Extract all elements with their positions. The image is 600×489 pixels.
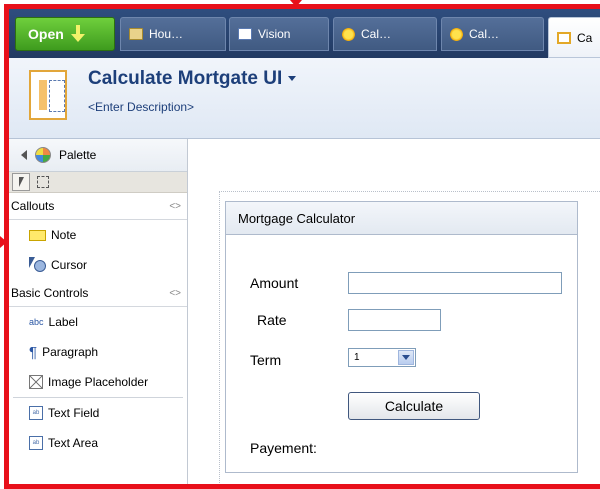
image-placeholder-icon [29,375,43,389]
tab-calc-1[interactable]: Cal… [333,17,437,51]
calculate-button[interactable]: Calculate [348,392,480,420]
download-arrow-icon [70,25,86,43]
palette-item-paragraph[interactable]: ¶ Paragraph [9,337,187,367]
layout-icon [557,31,571,44]
palette-item-label: Paragraph [42,345,99,359]
palette-item-cursor[interactable]: Cursor [9,250,187,280]
palette-title: Palette [59,148,97,162]
palette-item-label: Image Placeholder [48,375,149,389]
tab-label: Vision [258,27,291,41]
tab-label: Hou… [149,27,184,41]
section-title: Callouts [11,199,55,213]
label-icon: abc [29,317,44,327]
sun-icon [450,27,463,41]
cursor-icon [29,257,46,273]
open-button-label: Open [28,26,64,42]
rate-label: Rate [257,312,287,328]
amount-label: Amount [250,275,299,291]
annotation-pointer-icon [0,236,7,248]
term-value: 1 [354,352,360,363]
note-icon [29,229,46,241]
page-title-text: Calculate Mortgate UI [88,68,283,89]
palette-item-image-placeholder[interactable]: Image Placeholder [9,367,187,397]
pointer-icon [18,177,24,187]
palette-item-label: Text Area [48,436,99,450]
tab-bar: Open Hou… Vision Cal… Cal… Ca [9,9,600,58]
design-canvas[interactable]: Mortgage Calculator Amount Rate Term 1 C… [189,139,600,489]
palette-icon [35,147,51,163]
chevron-down-icon[interactable] [288,76,297,82]
tab-calculate-mortgage[interactable]: Ca [548,17,600,58]
section-title: Basic Controls [11,286,89,300]
rate-input[interactable] [348,309,441,331]
palette-item-label: Note [51,228,77,242]
annotation-arrow-icon [290,0,302,7]
folder-icon [129,28,143,40]
chevron-down-icon[interactable] [398,350,414,365]
palette-item-label: Cursor [51,258,88,272]
palette-item-text-area[interactable]: ab Text Area [9,428,187,458]
mortgage-calculator-panel[interactable]: Mortgage Calculator Amount Rate Term 1 C… [225,201,578,473]
document-icon [238,28,252,40]
paragraph-icon: ¶ [29,343,38,361]
section-toggle-icon[interactable]: <> [169,201,181,212]
tab-label: Ca [577,30,593,45]
page-title[interactable]: Calculate Mortgate UI [88,68,297,90]
panel-title: Mortgage Calculator [226,202,577,235]
tab-vision[interactable]: Vision [229,17,329,51]
section-basic-controls[interactable]: Basic Controls <> [9,280,187,307]
text-field-icon: ab [29,406,43,420]
page-header: Calculate Mortgate UI <Enter Description… [9,58,600,139]
palette-item-text-field[interactable]: ab Text Field [9,398,187,428]
open-button[interactable]: Open [15,17,115,51]
sun-icon [342,27,355,41]
tab-label: Cal… [361,27,392,41]
palette-item-label: Label [48,315,78,329]
palette-tools [9,172,187,193]
marquee-icon [37,176,49,188]
palette-item-note[interactable]: Note [9,220,187,250]
tab-calc-2[interactable]: Cal… [441,17,544,51]
palette-item-label: Text Field [48,406,100,420]
page-description[interactable]: <Enter Description> [88,100,194,114]
tab-hou[interactable]: Hou… [120,17,226,51]
palette-item-label[interactable]: abc Label [9,307,187,337]
amount-input[interactable] [348,272,562,294]
palette-header: Palette [9,139,187,172]
payment-label: Payement: [250,440,317,456]
tab-label: Cal… [469,27,500,41]
text-area-icon: ab [29,436,43,450]
term-label: Term [250,352,282,368]
term-select[interactable]: 1 [348,348,416,367]
select-tool-button[interactable] [12,173,30,191]
section-toggle-icon[interactable]: <> [169,288,181,299]
screen-layout-icon [29,70,67,120]
collapse-left-icon[interactable] [21,150,27,160]
marquee-tool-button[interactable] [34,173,52,191]
section-callouts[interactable]: Callouts <> [9,193,187,220]
palette-panel: Palette Callouts <> Note Cursor Basic Co… [9,139,188,489]
